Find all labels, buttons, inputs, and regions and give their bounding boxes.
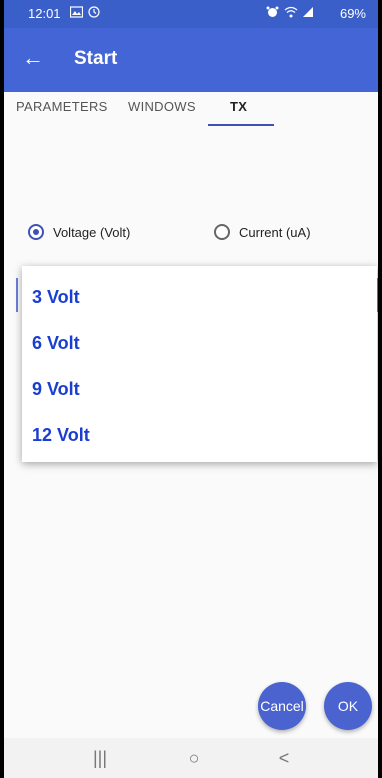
voltage-dropdown-menu: 3 Volt 6 Volt 9 Volt 12 Volt <box>22 266 377 462</box>
radio-checked-icon <box>28 224 44 240</box>
system-nav-bar: ||| ○ < <box>4 738 378 778</box>
app-bar: ← Start <box>4 28 378 92</box>
recents-icon[interactable]: ||| <box>80 738 120 778</box>
tab-tx[interactable]: TX <box>230 92 247 136</box>
radio-unchecked-icon <box>214 224 230 240</box>
signal-icon <box>302 6 314 21</box>
status-bar: 12:01 69% <box>4 0 378 28</box>
status-time: 12:01 <box>28 6 61 21</box>
back-arrow-icon[interactable]: ← <box>22 46 44 70</box>
home-icon[interactable]: ○ <box>174 738 214 778</box>
phone-screen: 12:01 69% ← Start PARAMETERS WINDOWS TX … <box>4 0 378 778</box>
unit-radio-group: Voltage (Volt) Current (uA) <box>4 222 378 250</box>
ok-button[interactable]: OK <box>324 682 372 730</box>
alarm-icon <box>266 6 279 21</box>
cancel-button[interactable]: Cancel <box>258 682 306 730</box>
nav-back-icon[interactable]: < <box>264 738 304 778</box>
radio-current-label: Current (uA) <box>239 225 311 240</box>
radio-voltage-label: Voltage (Volt) <box>53 225 131 240</box>
dropdown-item-6-volt[interactable]: 6 Volt <box>32 320 80 366</box>
battery-percent: 69% <box>339 6 366 21</box>
dropdown-item-12-volt[interactable]: 12 Volt <box>32 412 90 458</box>
dropdown-item-9-volt[interactable]: 9 Volt <box>32 366 80 412</box>
clock-icon <box>88 6 100 21</box>
gallery-icon <box>69 6 84 21</box>
tab-bar: PARAMETERS WINDOWS TX <box>4 92 378 136</box>
tab-parameters[interactable]: PARAMETERS <box>16 92 108 136</box>
wifi-icon <box>284 6 298 21</box>
page-title: Start <box>74 48 118 69</box>
tab-windows[interactable]: WINDOWS <box>128 92 196 136</box>
dropdown-item-3-volt[interactable]: 3 Volt <box>32 274 80 320</box>
tab-indicator <box>208 124 274 126</box>
